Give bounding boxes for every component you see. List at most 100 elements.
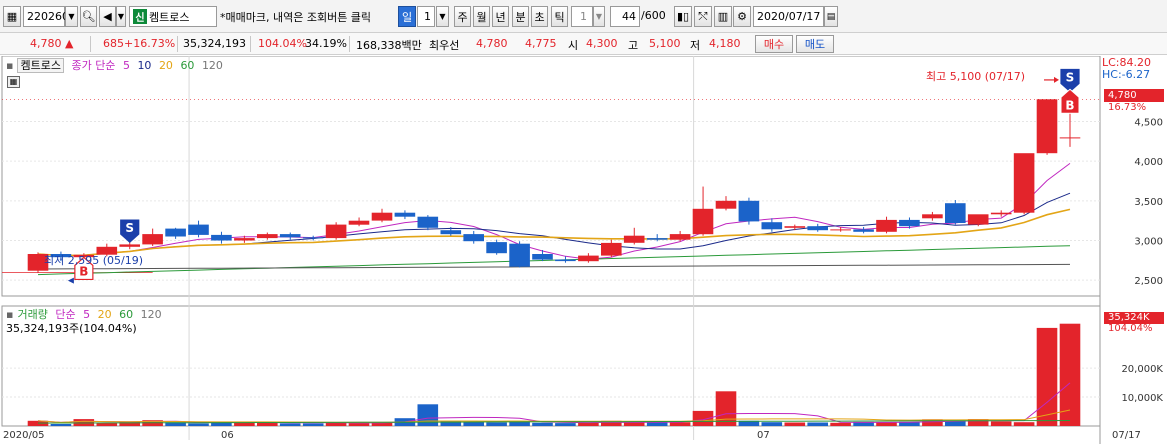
- period-year-button[interactable]: 년: [492, 6, 509, 27]
- candle-body: [1059, 137, 1081, 139]
- tick-dropdown-icon[interactable]: ▼: [593, 6, 605, 27]
- chart-svg: 4,5004,0003,5003,0002,50020,000K10,000K …: [1, 55, 1163, 444]
- volume-bar: [302, 423, 324, 426]
- volume-bar: [486, 422, 507, 426]
- candle-body: [876, 219, 897, 232]
- candle-body: [325, 224, 347, 239]
- volume-bar: [1036, 327, 1058, 426]
- candle-body: [165, 228, 186, 237]
- candle-body: [555, 259, 576, 262]
- stock-code-dropdown-icon[interactable]: ▼: [65, 6, 78, 27]
- candle-body: [279, 234, 301, 238]
- period-value-input[interactable]: 1: [417, 6, 435, 27]
- x-label-last: 07/17: [1112, 430, 1141, 441]
- ma-legend-10: 10: [137, 59, 152, 72]
- speaker-icon[interactable]: ◀: [99, 6, 116, 27]
- quote-turnover: 34.19%: [305, 37, 347, 50]
- candle-body: [188, 224, 209, 235]
- low-note: 최저 2,595 (05/19): [44, 254, 144, 267]
- stock-name-field[interactable]: 신 켐트로스: [129, 6, 217, 27]
- period-week-button[interactable]: 주: [454, 6, 471, 27]
- candle-body: [578, 255, 599, 262]
- candle-body: [715, 200, 737, 209]
- volume-tick-label: 10,000K: [1121, 393, 1163, 404]
- volume-bar: [807, 422, 828, 426]
- grid-toggle-icon[interactable]: ▦: [7, 76, 20, 88]
- price-value: 4,780: [30, 37, 62, 50]
- quote-low: 4,180: [709, 37, 741, 50]
- candle-body: [853, 229, 874, 232]
- sell-button[interactable]: 매도: [796, 35, 834, 53]
- quote-price: 4,780 ▲: [30, 37, 73, 50]
- volume-bar: [348, 423, 370, 426]
- candle-body: [234, 238, 255, 241]
- settings-icon[interactable]: ⚙: [733, 6, 751, 27]
- quote-bar: 4,780 ▲ 685 +16.73% 35,324,193 104.04% 3…: [0, 33, 1167, 55]
- x-label-may: 2020/05: [3, 430, 45, 441]
- bars-icon[interactable]: ▥: [714, 6, 732, 27]
- notice-text: *매매마크, 내역은 조회버튼 클릭: [220, 11, 372, 24]
- price-tick-label: 4,500: [1134, 118, 1163, 129]
- period-dropdown-icon[interactable]: ▼: [436, 6, 449, 27]
- volume-bar: [50, 424, 72, 426]
- overlay-icon[interactable]: ⤲: [694, 6, 712, 27]
- volume-bar: [784, 422, 806, 426]
- speaker-dropdown-icon[interactable]: ▼: [116, 6, 126, 27]
- candle-body: [302, 237, 324, 239]
- volume-bar: [1013, 422, 1035, 426]
- period-tick-button[interactable]: 틱: [551, 6, 568, 27]
- x-label-jun: 06: [221, 430, 234, 441]
- candle-body: [669, 234, 691, 240]
- high-arrow-head: [1054, 76, 1059, 83]
- quote-volume-ratio: 104.04%: [258, 37, 307, 50]
- volume-bar: [279, 423, 301, 426]
- search-icon[interactable]: 🔍︎: [80, 6, 97, 27]
- calendar-icon[interactable]: ▤: [824, 6, 838, 27]
- quote-best-bid: 4,775: [525, 37, 557, 50]
- period-month-button[interactable]: 월: [473, 6, 490, 27]
- period-value: 1: [424, 10, 431, 23]
- candle-body: [257, 234, 278, 239]
- volume-bar: [1059, 323, 1081, 426]
- price-tick-label: 4,000: [1134, 157, 1163, 168]
- quote-open-label: 시: [568, 39, 579, 52]
- volume-bar: [417, 404, 439, 426]
- low-arrow-head: [67, 277, 74, 284]
- stock-code-input[interactable]: 220260: [23, 6, 69, 27]
- volume-tick-label: 20,000K: [1121, 364, 1163, 375]
- candle-body: [417, 216, 439, 228]
- volume-bar: [761, 422, 783, 426]
- period-day-button[interactable]: 일: [398, 6, 416, 27]
- quote-volume: 35,324,193: [183, 37, 246, 50]
- period-minute-button[interactable]: 분: [512, 6, 529, 27]
- quote-best-label: 최우선: [429, 39, 460, 52]
- count-input[interactable]: 44: [610, 6, 640, 27]
- hc-label: HC:-6.27: [1102, 68, 1151, 81]
- candle-body: [692, 208, 714, 235]
- price-panel-name[interactable]: 켐트로스: [17, 58, 64, 73]
- date-input[interactable]: 2020/07/17: [753, 6, 824, 27]
- quote-best-ask: 4,780: [476, 37, 508, 50]
- tick-value-input[interactable]: 1: [571, 6, 593, 27]
- candle-body: [807, 226, 828, 231]
- quote-change-pct: +16.73%: [124, 37, 176, 50]
- price-tick-label: 3,000: [1134, 236, 1163, 247]
- candle-body: [990, 212, 1012, 215]
- period-second-button[interactable]: 초: [531, 6, 548, 27]
- buy-button[interactable]: 매수: [755, 35, 793, 53]
- chart-area: 4,500 4,000 3,500 3,000 2,500 20,000K 10,000K …: [0, 55, 1167, 444]
- last-price-tag: 4,780: [1104, 89, 1164, 102]
- volume-bar: [692, 410, 714, 426]
- candle-body: [945, 203, 966, 223]
- divider: [177, 36, 178, 52]
- price-tick-label: 2,500: [1134, 276, 1163, 287]
- ma120-line: [37, 263, 1071, 270]
- price-legend-label: 종가 단순: [71, 59, 116, 72]
- quote-change: 685: [103, 37, 124, 50]
- candle-body: [394, 212, 416, 217]
- sell-marker-latest-label: S: [1066, 70, 1075, 84]
- candle-body: [348, 220, 370, 225]
- chart-type-icon[interactable]: ▮▯: [674, 6, 692, 27]
- quote-high-label: 고: [628, 39, 639, 52]
- layout-icon[interactable]: ▦: [3, 6, 21, 27]
